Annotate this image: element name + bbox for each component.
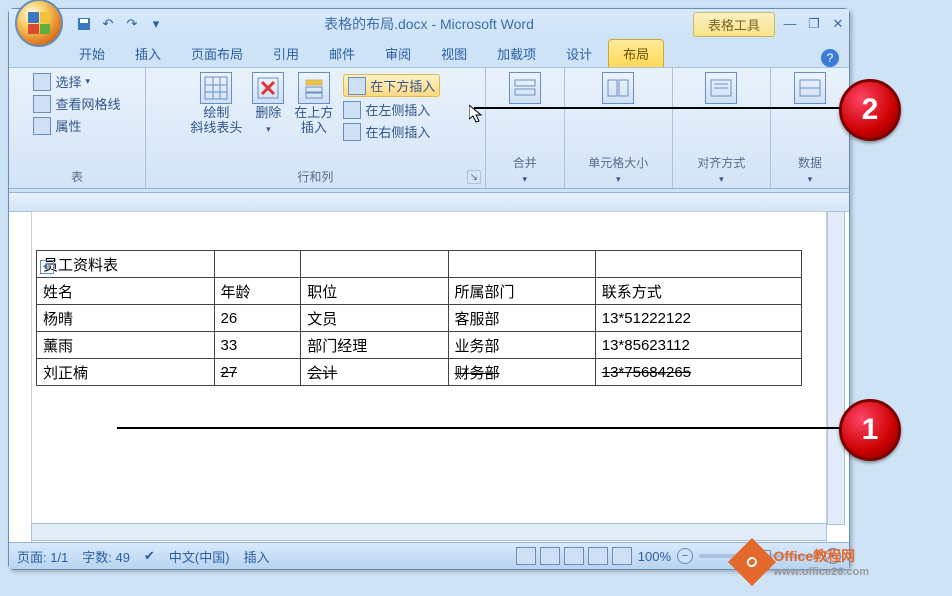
data-icon	[794, 72, 826, 104]
close-button[interactable]: ✕	[831, 16, 845, 32]
table-row: 姓名年龄职位所属部门联系方式	[37, 278, 802, 305]
group-data-title: 数据▾	[781, 152, 839, 188]
rows-cols-launcher[interactable]: ↘	[467, 170, 481, 184]
group-alignment-title: 对齐方式▾	[683, 152, 760, 188]
tab-home[interactable]: 开始	[65, 40, 119, 67]
properties-icon	[33, 117, 51, 135]
group-table-title: 表	[19, 166, 135, 188]
insert-below-button[interactable]: 在下方插入	[343, 74, 440, 97]
qat-redo-icon[interactable]: ↷	[123, 15, 141, 33]
alignment-group-button[interactable]	[705, 72, 737, 104]
insert-right-icon	[343, 123, 361, 141]
callout-leader-2	[474, 107, 892, 109]
alignment-icon	[705, 72, 737, 104]
cell-size-group-button[interactable]	[602, 72, 634, 104]
status-insert-mode[interactable]: 插入	[244, 547, 270, 566]
insert-below-icon	[348, 77, 366, 95]
watermark: O Office教程网 www.office26.com	[735, 545, 869, 579]
table-row: 薰雨33部门经理业务部13*85623112	[37, 332, 802, 359]
view-mode-buttons[interactable]	[516, 547, 632, 565]
tab-view[interactable]: 视图	[427, 40, 481, 67]
qat-undo-icon[interactable]: ↶	[99, 15, 117, 33]
window-title: 表格的布局.docx - Microsoft Word	[165, 14, 693, 34]
delete-button[interactable]: 删除▾	[252, 72, 284, 136]
qat-save-icon[interactable]	[75, 15, 93, 33]
table-row: 员工资料表	[37, 251, 802, 278]
tab-layout[interactable]: 布局	[608, 39, 664, 67]
table-row: 刘正楠27会计财务部13*75684265	[37, 359, 802, 386]
proofing-icon[interactable]: ✔	[144, 548, 155, 564]
zoom-level[interactable]: 100%	[638, 549, 671, 564]
status-page[interactable]: 页面: 1/1	[17, 547, 68, 566]
merge-group-button[interactable]	[509, 72, 541, 104]
cell-size-icon	[602, 72, 634, 104]
tab-mail[interactable]: 邮件	[315, 40, 369, 67]
draw-diagonal-button[interactable]: 绘制 斜线表头	[190, 72, 242, 136]
data-table[interactable]: 员工资料表 姓名年龄职位所属部门联系方式 杨晴26文员客服部13*5122212…	[36, 250, 802, 386]
tab-review[interactable]: 审阅	[371, 40, 425, 67]
properties-button[interactable]: 属性	[33, 116, 120, 135]
insert-above-icon	[298, 72, 330, 104]
status-word-count[interactable]: 字数: 49	[82, 547, 130, 566]
status-language[interactable]: 中文(中国)	[169, 547, 230, 566]
gridlines-icon	[33, 95, 51, 113]
delete-icon	[252, 72, 284, 104]
data-group-button[interactable]	[794, 72, 826, 104]
callout-leader-1	[117, 427, 892, 429]
tab-design[interactable]: 设计	[552, 40, 606, 67]
insert-right-button[interactable]: 在右侧插入	[343, 122, 440, 141]
office-orb[interactable]	[15, 0, 63, 47]
contextual-tab-label: 表格工具	[693, 12, 775, 37]
restore-button[interactable]: ❐	[807, 16, 821, 32]
group-merge-title: 合并▾	[496, 152, 554, 188]
pointer-icon	[33, 73, 51, 91]
table-move-handle[interactable]: ✥	[40, 260, 54, 274]
insert-left-button[interactable]: 在左侧插入	[343, 100, 440, 119]
minimize-button[interactable]: —	[783, 16, 797, 32]
horizontal-ruler[interactable]	[9, 193, 849, 212]
tab-addins[interactable]: 加载项	[483, 40, 550, 67]
merge-icon	[509, 72, 541, 104]
vertical-scrollbar[interactable]	[827, 211, 845, 525]
view-gridlines-button[interactable]: 查看网格线	[33, 94, 120, 113]
status-bar: 页面: 1/1 字数: 49 ✔ 中文(中国) 插入 100% − +	[9, 542, 849, 569]
document-area: ✥ 员工资料表 姓名年龄职位所属部门联系方式 杨晴26文员客服部13*51222…	[9, 192, 849, 543]
tab-insert[interactable]: 插入	[121, 40, 175, 67]
insert-left-icon	[343, 101, 361, 119]
qat-more-icon[interactable]: ▾	[147, 15, 165, 33]
table-row: 杨晴26文员客服部13*51222122	[37, 305, 802, 332]
tab-references[interactable]: 引用	[259, 40, 313, 67]
callout-1: 1	[839, 399, 901, 461]
document-page[interactable]: ✥ 员工资料表 姓名年龄职位所属部门联系方式 杨晴26文员客服部13*51222…	[31, 211, 827, 543]
ribbon: 选择▾ 查看网格线 属性 表 绘制 斜线表头 删除▾	[9, 67, 849, 189]
insert-above-button[interactable]: 在上方 插入	[294, 72, 333, 136]
zoom-out-button[interactable]: −	[677, 548, 693, 564]
horizontal-scrollbar[interactable]	[31, 523, 827, 541]
office-logo-icon: O	[728, 538, 776, 586]
help-icon[interactable]: ?	[821, 49, 839, 67]
group-cell-size-title: 单元格大小▾	[575, 152, 662, 188]
group-rows-cols-title: 行和列	[156, 166, 475, 188]
select-button[interactable]: 选择▾	[33, 72, 120, 91]
callout-2: 2	[839, 79, 901, 141]
table-grid-icon	[200, 72, 232, 104]
tab-page-layout[interactable]: 页面布局	[177, 40, 257, 67]
